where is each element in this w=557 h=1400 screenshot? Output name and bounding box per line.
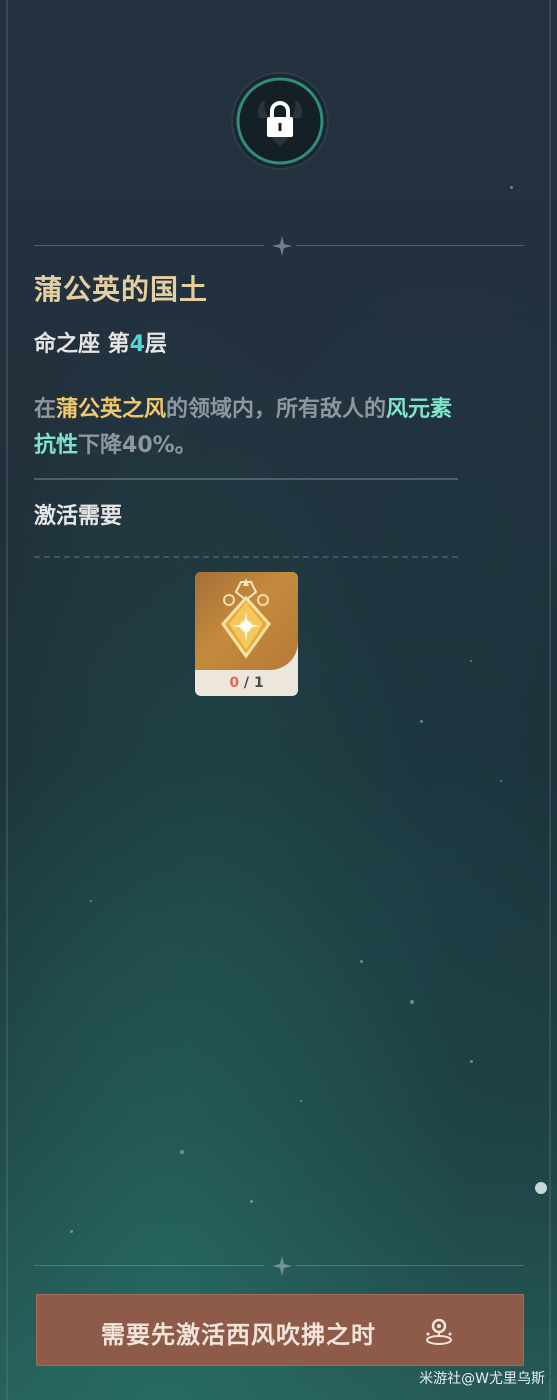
- constellation-node-icon: [426, 1318, 452, 1345]
- divider-star-icon: [272, 236, 292, 256]
- constellation-title: 蒲公英的国土: [34, 273, 209, 306]
- dashed-divider: [34, 556, 458, 558]
- constellation-description: 在蒲公英之风的领域内，所有敌人的风元素抗性下降40%。: [34, 392, 464, 464]
- level-number: 4: [129, 332, 145, 357]
- constellation-star-stone-icon: [221, 578, 271, 659]
- level-suffix: 层: [144, 332, 167, 357]
- watermark: 米游社@W尤里乌斯: [419, 1371, 545, 1387]
- material-owned: 0: [229, 675, 240, 691]
- activation-requirement-label: 激活需要: [34, 504, 123, 529]
- level-prefix: 命之座 第: [34, 332, 130, 357]
- activate-button-label: 需要先激活西风吹拂之时: [101, 1321, 376, 1349]
- material-art: [195, 572, 298, 670]
- required-material-card[interactable]: 0 / 1: [195, 572, 298, 696]
- bottom-divider: [34, 1256, 524, 1276]
- material-needed: 1: [253, 675, 264, 691]
- divider-star-icon: [272, 1256, 292, 1276]
- locked-constellation-emblem[interactable]: [229, 70, 331, 172]
- material-count: 0 / 1: [195, 670, 298, 696]
- desc-text-2: 的领域内，所有敌人的: [166, 397, 387, 422]
- desc-text-1: 在: [34, 397, 57, 422]
- activate-prerequisite-button[interactable]: 需要先激活西风吹拂之时: [36, 1294, 524, 1366]
- constellation-level: 命之座 第4层: [34, 326, 167, 358]
- top-divider: [34, 236, 524, 256]
- material-count-sep: /: [239, 675, 254, 691]
- section-divider: [34, 478, 458, 480]
- panel-right-border: [549, 0, 551, 1400]
- panel-left-border: [6, 0, 8, 1400]
- desc-text-3: 下降40%。: [78, 433, 197, 458]
- desc-keyword-dandelion-wind[interactable]: 蒲公英之风: [56, 397, 166, 422]
